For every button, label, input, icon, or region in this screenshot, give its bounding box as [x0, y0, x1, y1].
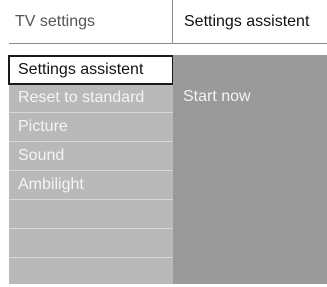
menu-item-sound[interactable]: Sound: [9, 142, 173, 171]
menu-item-empty: [9, 258, 173, 287]
header-right-title: Settings assistent: [173, 0, 327, 44]
header-left-title: TV settings: [9, 0, 172, 44]
menu-item-empty: [9, 229, 173, 258]
menu-item-settings-assistent[interactable]: Settings assistent: [8, 55, 174, 85]
tv-settings-screen: TV settings Settings assistent Settings …: [0, 0, 327, 284]
menu-item-ambilight[interactable]: Ambilight: [9, 171, 173, 200]
menu-item-reset-to-standard[interactable]: Reset to standard: [9, 84, 173, 113]
menu-item-empty: [9, 200, 173, 229]
start-now-option[interactable]: Start now: [183, 88, 251, 106]
settings-menu: Settings assistent Reset to standard Pic…: [8, 55, 174, 287]
menu-item-picture[interactable]: Picture: [9, 113, 173, 142]
submenu-panel: Start now: [173, 55, 327, 284]
